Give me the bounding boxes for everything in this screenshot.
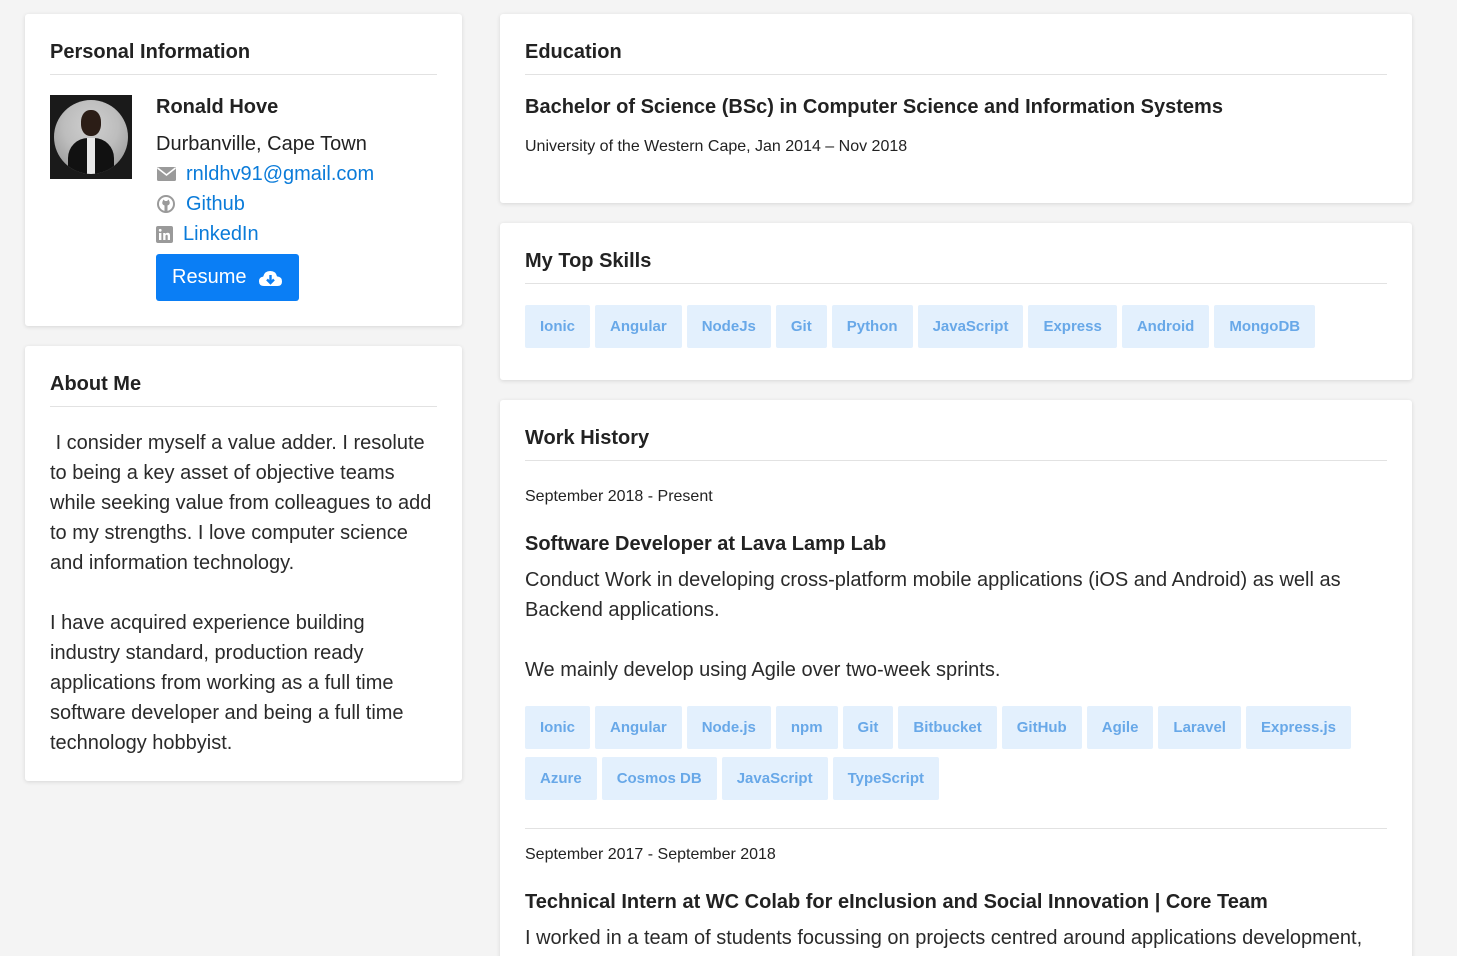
profile-info: Ronald Hove Durbanville, Cape Town rnldh…	[156, 95, 374, 301]
job-tag: JavaScript	[721, 757, 828, 800]
job-description: I worked in a team of students focussing…	[525, 927, 1363, 949]
skill-tag: NodeJs	[686, 305, 771, 348]
email-link[interactable]: rnldhv91@gmail.com	[186, 162, 374, 186]
skill-tag: Express	[1028, 305, 1117, 348]
job-tag: Agile	[1086, 706, 1154, 749]
job-tag: Bitbucket	[898, 706, 997, 749]
job-tag: Node.js	[686, 706, 771, 749]
linkedin-row: LinkedIn	[156, 222, 374, 246]
resume-button-label: Resume	[172, 266, 247, 288]
email-row: rnldhv91@gmail.com	[156, 162, 374, 186]
job-tag: Ionic	[525, 706, 591, 749]
linkedin-link[interactable]: LinkedIn	[183, 222, 259, 246]
job-tag: TypeScript	[832, 757, 939, 800]
about-text: I consider myself a value adder. I resol…	[50, 432, 432, 754]
job-tag: npm	[775, 706, 838, 749]
personal-info-title: Personal Information	[50, 14, 437, 75]
skill-tag: Angular	[595, 305, 682, 348]
github-link[interactable]: Github	[186, 192, 245, 216]
education-card: Education Bachelor of Science (BSc) in C…	[500, 14, 1412, 203]
linkedin-icon	[156, 225, 173, 243]
skill-tag: Ionic	[525, 305, 591, 348]
page: Personal Information Ronald Hove Durbanv…	[0, 0, 1457, 956]
skill-tag: Android	[1121, 305, 1210, 348]
job-tag: Express.js	[1245, 706, 1352, 749]
job-title: Software Developer at Lava Lamp Lab	[525, 533, 887, 555]
job-tags: Ionic Angular Node.js npm Git Bitbucket …	[525, 706, 1385, 808]
profile: Ronald Hove Durbanville, Cape Town rnldh…	[50, 75, 437, 301]
job-description: Conduct Work in developing cross-platfor…	[525, 569, 1341, 681]
job-entry: September 2017 - September 2018 Technica…	[525, 845, 1387, 953]
about-card: About Me I consider myself a value adder…	[25, 346, 462, 781]
job-tag: GitHub	[1001, 706, 1082, 749]
education-title: Education	[525, 14, 1387, 75]
skill-tag: MongoDB	[1214, 305, 1316, 348]
github-row: Github	[156, 192, 374, 216]
job-tag: Angular	[595, 706, 682, 749]
cloud-download-icon	[258, 269, 283, 287]
resume-button[interactable]: Resume	[156, 254, 300, 301]
avatar	[50, 95, 132, 179]
profile-location: Durbanville, Cape Town	[156, 133, 367, 155]
job-entry: September 2018 - Present Software Develo…	[525, 487, 1387, 829]
education-meta: University of the Western Cape, Jan 2014…	[525, 138, 908, 155]
about-title: About Me	[50, 346, 437, 407]
job-tag: Git	[842, 706, 894, 749]
job-tag: Cosmos DB	[601, 757, 717, 800]
skill-tag: JavaScript	[917, 305, 1024, 348]
avatar-photo	[54, 100, 128, 174]
skill-tag: Python	[831, 305, 913, 348]
envelope-icon	[156, 165, 176, 183]
work-history-card: Work History September 2018 - Present So…	[500, 400, 1412, 956]
work-history-title: Work History	[525, 400, 1387, 461]
education-degree: Bachelor of Science (BSc) in Computer Sc…	[525, 96, 1223, 118]
personal-info-card: Personal Information Ronald Hove Durbanv…	[25, 14, 462, 326]
skills-card: My Top Skills Ionic Angular NodeJs Git P…	[500, 223, 1412, 380]
job-tag: Laravel	[1158, 706, 1241, 749]
github-icon	[156, 195, 176, 213]
skills-title: My Top Skills	[525, 223, 1387, 284]
skills-tags: Ionic Angular NodeJs Git Python JavaScri…	[525, 305, 1385, 356]
job-title: Technical Intern at WC Colab for eInclus…	[525, 891, 1268, 913]
job-dates: September 2018 - Present	[525, 488, 713, 505]
profile-name: Ronald Hove	[156, 96, 279, 118]
skill-tag: Git	[775, 305, 827, 348]
job-dates: September 2017 - September 2018	[525, 846, 776, 863]
job-tag: Azure	[525, 757, 597, 800]
